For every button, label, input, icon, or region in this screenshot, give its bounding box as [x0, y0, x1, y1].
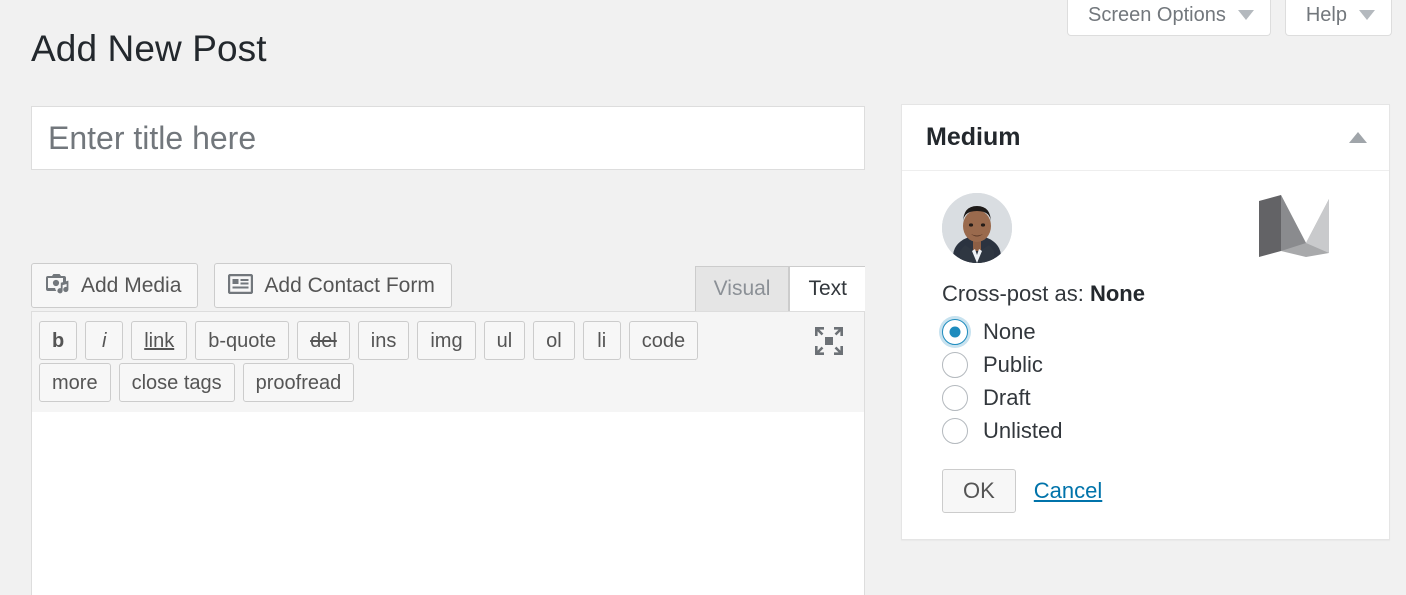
tab-text[interactable]: Text — [789, 266, 865, 311]
post-content-textarea[interactable] — [31, 412, 865, 595]
quicktag-button-i[interactable]: i — [85, 321, 124, 360]
wordpress-add-new-post-screen: Screen Options Help Add New Post Add Med… — [0, 0, 1406, 595]
editor-mode-tabs: Visual Text — [694, 266, 865, 311]
radio-option-unlisted[interactable]: Unlisted — [942, 414, 1365, 447]
quicktag-button-ul[interactable]: ul — [483, 321, 526, 360]
camera-music-icon — [45, 273, 70, 299]
help-button[interactable]: Help — [1284, 0, 1392, 36]
screen-options-button[interactable]: Screen Options — [1067, 0, 1271, 36]
medium-logo-icon — [1259, 194, 1329, 262]
add-contact-form-label: Add Contact Form — [264, 274, 435, 297]
quicktag-button-del[interactable]: del — [297, 321, 350, 360]
quicktags-row-primary: b i link b-quote del ins img ul ol li code — [36, 318, 864, 360]
cancel-link[interactable]: Cancel — [1034, 478, 1102, 504]
quicktag-button-close-tags[interactable]: close tags — [118, 363, 235, 402]
tab-text-label: Text — [808, 277, 847, 300]
quicktag-button-b-quote[interactable]: b-quote — [195, 321, 290, 360]
medium-metabox-body: Cross-post as: None None Public Draft Unlis… — [902, 171, 1389, 539]
quicktag-button-li[interactable]: li — [582, 321, 621, 360]
quicktags-row-secondary: more close tags proofread — [36, 360, 864, 402]
crosspost-value: None — [1089, 281, 1145, 306]
fullscreen-icon — [815, 326, 843, 355]
medium-metabox-actions: OK Cancel — [942, 469, 1365, 513]
screen-meta-bar: Screen Options Help — [1067, 0, 1392, 36]
contact-form-icon — [228, 273, 254, 298]
quicktag-button-b[interactable]: b — [39, 321, 78, 360]
radio-label-unlisted: Unlisted — [983, 417, 1063, 443]
medium-metabox-title: Medium — [926, 123, 1021, 151]
fullscreen-toggle-button[interactable] — [812, 324, 846, 358]
quicktag-button-ins[interactable]: ins — [357, 321, 410, 360]
quicktag-button-ol[interactable]: ol — [533, 321, 575, 360]
chevron-down-icon — [1359, 9, 1375, 20]
radio-button-unlisted[interactable] — [942, 417, 968, 444]
medium-metabox: Medium Cross-post as: None None Public D… — [901, 104, 1390, 540]
radio-button-draft[interactable] — [942, 384, 968, 411]
add-contact-form-button[interactable]: Add Contact Form — [214, 263, 452, 308]
tab-visual-label: Visual — [713, 277, 771, 300]
chevron-down-icon — [1237, 9, 1254, 20]
screen-options-label: Screen Options — [1088, 3, 1226, 26]
crosspost-status: Cross-post as: None — [942, 281, 1365, 307]
medium-metabox-header[interactable]: Medium — [902, 105, 1389, 171]
radio-button-public[interactable] — [942, 351, 968, 378]
radio-label-none: None — [983, 318, 1036, 344]
add-media-label: Add Media — [81, 274, 182, 297]
radio-option-draft[interactable]: Draft — [942, 381, 1365, 414]
radio-button-none[interactable] — [942, 318, 968, 345]
quicktags-toolbar: b i link b-quote del ins img ul ol li code more clo… — [31, 311, 865, 413]
page-title: Add New Post — [31, 28, 267, 69]
radio-label-public: Public — [983, 351, 1043, 377]
quicktag-button-proofread[interactable]: proofread — [242, 363, 355, 402]
media-buttons-row: Add Media Add Contact Form — [31, 263, 452, 308]
quicktag-button-img[interactable]: img — [417, 321, 476, 360]
post-title-input[interactable] — [31, 106, 865, 170]
radio-option-none[interactable]: None — [942, 315, 1365, 348]
radio-label-draft: Draft — [983, 384, 1031, 410]
crosspost-radio-group: None Public Draft Unlisted — [942, 315, 1365, 447]
medium-account-row — [942, 193, 1365, 263]
radio-option-public[interactable]: Public — [942, 348, 1365, 381]
quicktag-button-more[interactable]: more — [39, 363, 111, 402]
chevron-up-icon[interactable] — [1349, 132, 1367, 143]
editor-column: Add Media Add Contact Form Visual — [31, 106, 865, 595]
quicktag-button-link[interactable]: link — [131, 321, 188, 360]
ok-button[interactable]: OK — [942, 469, 1016, 513]
help-label: Help — [1305, 3, 1347, 26]
quicktag-button-code[interactable]: code — [628, 321, 699, 360]
tab-visual[interactable]: Visual — [694, 266, 790, 311]
add-media-button[interactable]: Add Media — [31, 263, 199, 308]
avatar — [942, 193, 1012, 263]
crosspost-prefix-label: Cross-post as: — [942, 281, 1084, 306]
